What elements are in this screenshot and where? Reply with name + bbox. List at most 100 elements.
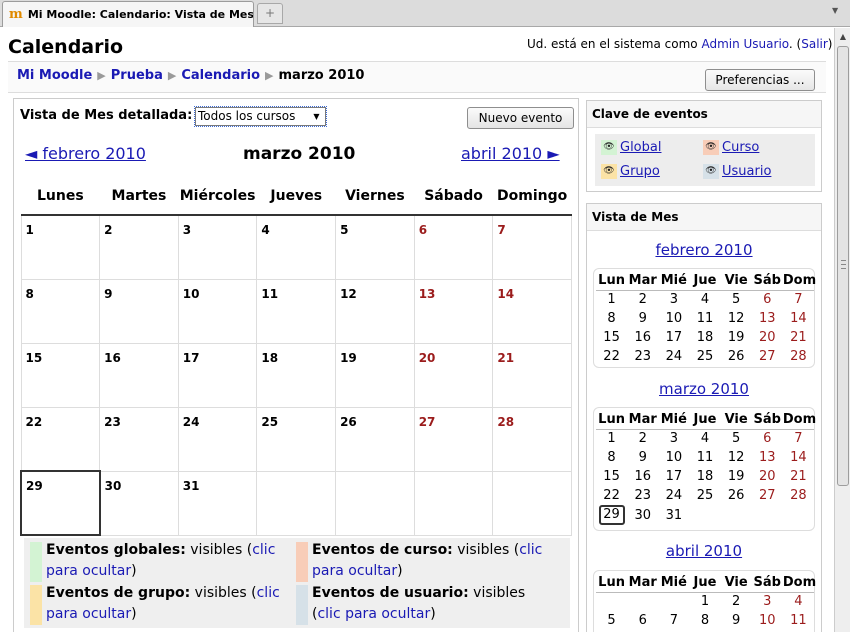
new-event-button[interactable]: Nuevo evento [467,107,574,129]
legend-group-state: visibles ( [190,585,257,601]
breadcrumb-current: marzo 2010 [278,68,365,83]
calendar-day-cell[interactable]: 12 [335,278,415,344]
mini-month-title-apr[interactable]: abril 2010 [587,542,821,560]
breadcrumb-mi-moodle[interactable]: Mi Moodle [17,68,92,83]
mini-day-cell: 10 [665,450,683,465]
calendar-day-cell[interactable]: 8 [20,278,101,344]
mini-day-cell: 4 [794,594,803,610]
calendar-empty-cell [256,470,337,536]
calendar-day-cell[interactable]: 2 [99,215,179,280]
login-prefix: Ud. está en el sistema como [527,37,702,51]
legend-user-close: ) [430,606,436,622]
calendar-day-cell[interactable]: 3 [177,215,258,280]
prev-month-link[interactable]: ◄ febrero 2010 [25,144,146,163]
vertical-scrollbar[interactable]: ▲ [834,28,850,632]
new-tab-button[interactable]: + [257,3,283,24]
calendar-day-cell[interactable]: 31 [177,470,258,536]
calendar-day-cell[interactable]: 20 [413,342,494,408]
calendar-day-cell[interactable]: 24 [177,406,258,472]
calendar-week-row: 22 23 24 25 26 27 28 [20,406,572,472]
calendar-day-cell[interactable]: 5 [335,215,415,280]
calendar-day-cell[interactable]: 22 [20,406,101,472]
mini-month-title-mar[interactable]: marzo 2010 [587,380,821,398]
calendar-day-cell[interactable]: 17 [177,342,258,408]
calendar-day-cell[interactable]: 27 [413,406,494,472]
calendar-day-cell[interactable]: 28 [492,406,572,472]
calendar-day-cell[interactable]: 1 [20,215,101,280]
calendar-day-cell[interactable]: 29 [20,470,101,536]
mini-day-cell: 9 [731,613,741,628]
mini-day-cell: 26 [727,349,745,364]
legend-user-toggle-link[interactable]: clic para ocultar [317,606,430,622]
weekday-header: Martes [99,178,179,216]
calendar-day-cell[interactable]: 26 [335,406,415,472]
mini-calendar-mar: Lun Mar Mié Jue Vie Sáb Dom 1 2 3 4 5 6 7 8 9 10 11 12 13 14… [593,407,816,531]
calendar-day-cell[interactable]: 25 [256,406,337,472]
mini-weekday-header: Sáb [751,573,783,593]
calendar-day-cell[interactable]: 21 [492,342,572,408]
calendar-day-cell[interactable]: 10 [177,278,258,344]
mini-day-cell: 30 [634,507,651,523]
calendar-day-cell[interactable]: 30 [99,470,179,536]
mini-month-title-feb[interactable]: febrero 2010 [587,241,821,259]
event-key-box: 👁 Global 👁 Curso 👁 Grupo 👁 Usuario [595,134,815,186]
calendar-day-cell[interactable]: 19 [335,342,415,408]
key-user[interactable]: 👁 Usuario [703,164,771,179]
calendar-day-cell[interactable]: 11 [256,278,337,344]
logout-link[interactable]: Salir [801,37,828,51]
event-legend: Eventos globales: visibles ( clic para oc… [24,538,570,628]
calendar-day-cell[interactable]: 18 [256,342,337,408]
mini-day-cell: 23 [634,349,651,364]
calendar-day-cell[interactable]: 15 [20,342,101,408]
calendar-day-cell[interactable]: 4 [256,215,337,280]
next-month-link[interactable]: abril 2010 ► [461,144,560,163]
mini-day-cell: 3 [763,594,772,610]
mini-day-cell: 23 [634,488,651,503]
mini-calendar-table: Lun Mar Mié Jue Vie Sáb Dom 1 2 3 4 5 6 7 8 9 10 11 12 13 14… [596,271,816,366]
calendar-day-cell[interactable]: 9 [99,278,179,344]
mini-day-cell: 12 [727,311,745,326]
mini-day-cell: 18 [696,330,714,345]
scroll-up-arrow-icon[interactable]: ▲ [836,29,850,44]
key-global[interactable]: 👁 Global [601,140,661,155]
mini-day-cell: 16 [634,330,651,345]
key-course[interactable]: 👁 Curso [703,140,759,155]
browser-tab[interactable]: m Mi Moodle: Calendario: Vista de Mes ..… [2,1,254,27]
calendar-empty-cell [335,470,415,536]
legend-group-label: Eventos de grupo: [46,585,191,601]
mini-day-cell: 22 [603,349,620,364]
calendar-day-cell[interactable]: 23 [99,406,179,472]
month-detail-panel: Vista de Mes detallada: Todos los cursos… [13,98,579,632]
mini-day-cell: 5 [731,431,741,447]
tab-list-chevron-down-icon[interactable]: ▼ [832,6,842,20]
course-select[interactable]: Todos los cursos ▼ [194,106,327,127]
mini-day-cell: 12 [727,450,745,465]
mini-day-cell: 5 [731,292,741,308]
legend-global-state: visibles ( [185,542,253,558]
legend-global-label: Eventos globales: [46,542,186,558]
course-select-value: Todos los cursos [198,109,296,123]
breadcrumb-prueba[interactable]: Prueba [111,68,163,83]
mini-day-cell: 3 [669,431,678,447]
calendar-day-cell[interactable]: 6 [413,215,494,280]
calendar-day-cell[interactable]: 14 [492,278,572,344]
legend-group-swatch [30,585,42,625]
key-group[interactable]: 👁 Grupo [601,164,660,179]
calendar-day-cell[interactable]: 7 [492,215,572,280]
breadcrumb-calendario[interactable]: Calendario [181,68,260,83]
mini-day-cell: 4 [700,292,710,308]
calendar-day-cell[interactable]: 13 [413,278,494,344]
calendar-day-cell[interactable]: 16 [99,342,179,408]
eye-icon: 👁 [703,164,719,179]
preferences-button[interactable]: Preferencias ... [705,69,815,91]
mini-empty-cell [689,505,720,525]
calendar-week-row: 15 16 17 18 19 20 21 [20,342,572,408]
mini-calendar-apr: Lun Mar Mié Jue Vie Sáb Dom 1 2 3 4 5 6 7 8 9 10 11 [593,570,816,632]
legend-course-close: ) [397,563,403,579]
user-profile-link[interactable]: Admin Usuario [701,37,788,51]
scrollbar-thumb[interactable] [837,46,849,486]
navbar: Mi Moodle ▶ Prueba ▶ Calendario ▶ marzo 2010 P… [8,61,826,93]
legend-group-close: ) [131,606,137,622]
moodle-favicon-icon: m [9,6,23,22]
mini-day-cell: 13 [759,450,776,465]
